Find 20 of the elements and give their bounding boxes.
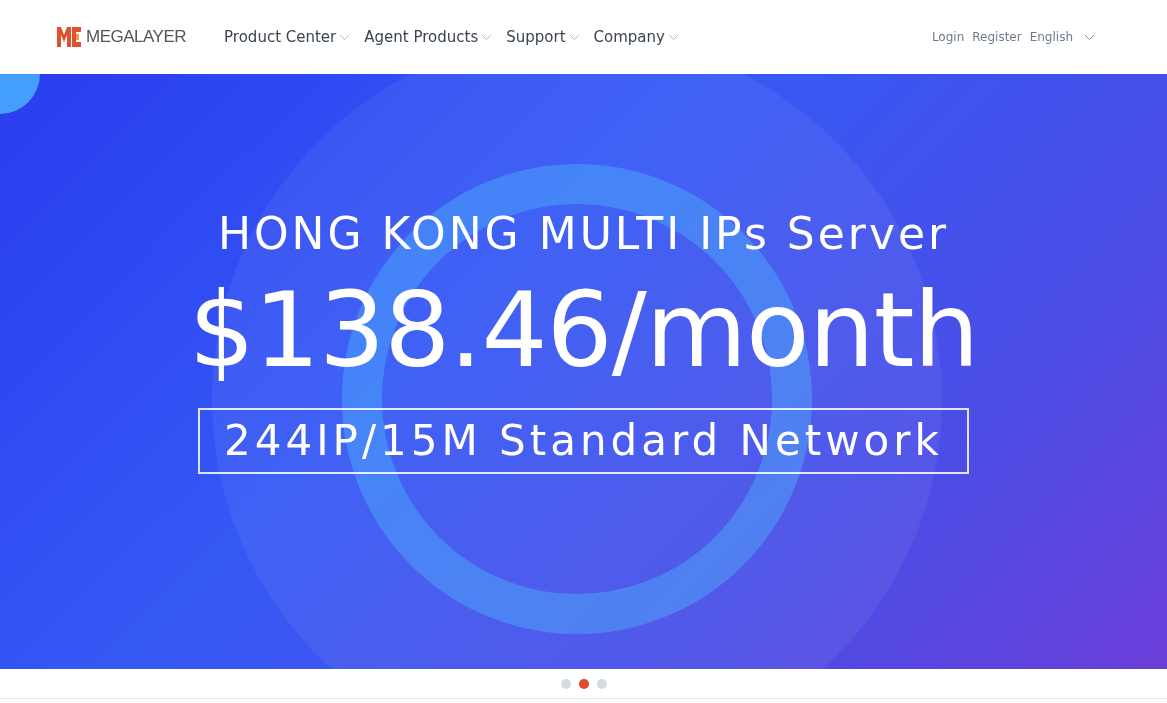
nav-link[interactable]: Product Center <box>224 25 337 49</box>
carousel-dot[interactable] <box>560 678 571 689</box>
logo-icon <box>56 26 82 48</box>
carousel-dot[interactable] <box>578 678 589 689</box>
banner-tagline: 244IP/15M Standard Network <box>198 408 969 475</box>
login-link[interactable]: Login <box>931 28 965 46</box>
language-selector[interactable]: English <box>1029 28 1073 46</box>
carousel-dot[interactable] <box>596 678 607 689</box>
caret-icon <box>339 33 351 41</box>
banner-price: $138.46/month <box>188 278 979 382</box>
nav-link[interactable]: Agent Products <box>364 25 479 49</box>
register-link[interactable]: Register <box>972 28 1022 46</box>
nav-link[interactable]: Support <box>506 25 566 49</box>
caret-icon <box>481 33 493 41</box>
caret-icon <box>568 33 580 41</box>
caret-icon <box>667 33 679 41</box>
nav-link[interactable]: Company <box>593 25 665 49</box>
banner-subtitle: HONG KONG MULTI IPs Server <box>217 212 950 256</box>
logo-text: MEGALAYER <box>86 26 187 49</box>
caret-icon <box>1084 33 1095 41</box>
